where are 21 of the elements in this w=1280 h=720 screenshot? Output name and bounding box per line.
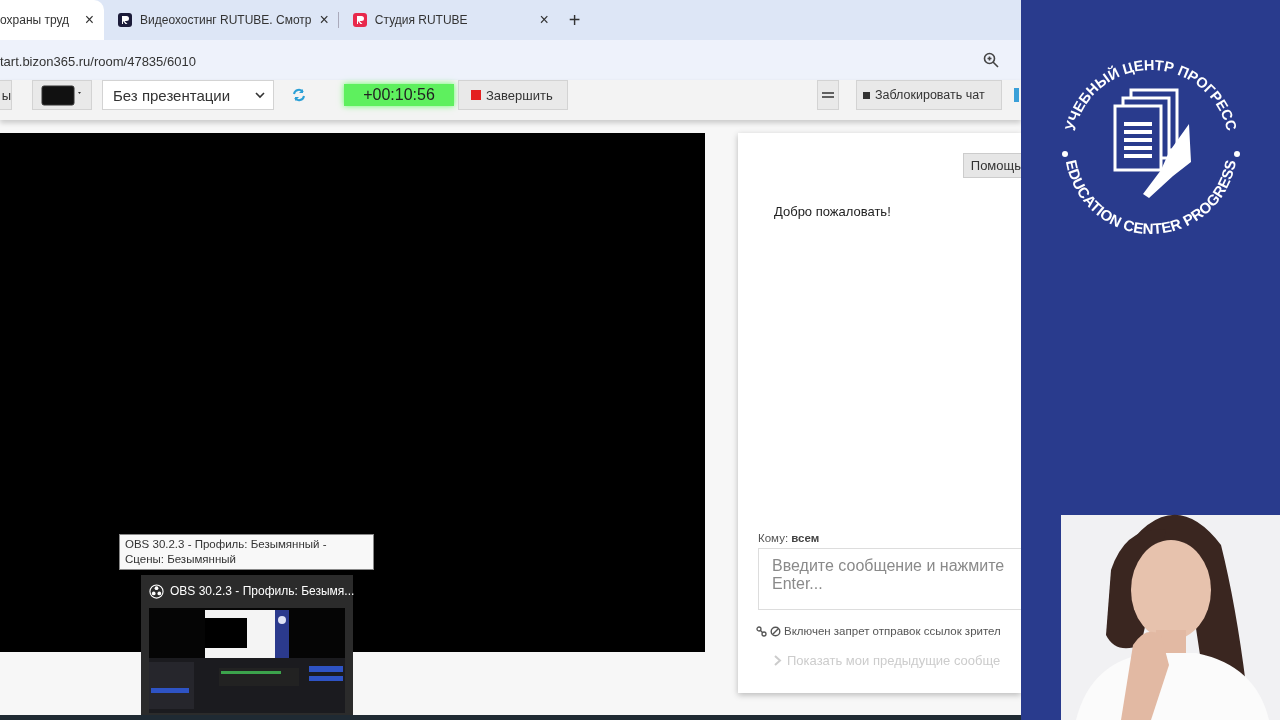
window-tooltip: OBS 30.2.3 - Профиль: Безымянный - Сцены: Безымянный <box>119 534 374 570</box>
new-tab-button[interactable]: + <box>558 8 591 32</box>
lock-chat-button[interactable]: Заблокировать чат <box>856 80 1002 110</box>
browser-tab[interactable]: Студия RUTUBE × <box>338 0 559 40</box>
close-tab-icon[interactable]: × <box>319 11 329 29</box>
links-notice: Включен запрет отправок ссылок зрител <box>784 625 1001 637</box>
help-button[interactable]: Помощь <box>962 153 1021 178</box>
finish-button[interactable]: Завершить <box>458 80 568 110</box>
message-input[interactable]: Введите сообщение и нажмите Enter... <box>758 548 1021 610</box>
close-tab-icon[interactable]: × <box>84 11 94 29</box>
preview-title: OBS 30.2.3 - Профиль: Безымя... <box>170 584 355 598</box>
presentation-select[interactable]: Без презентации <box>102 80 274 110</box>
session-timer: +00:10:56 <box>344 84 454 106</box>
toolbar-button[interactable]: ы <box>0 80 12 110</box>
address-bar[interactable]: tart.bizon365.ru/room/47835/6010 <box>0 51 196 69</box>
taskbar-preview[interactable]: OBS 30.2.3 - Профиль: Безымя... <box>141 575 353 715</box>
welcome-message: Добро пожаловать! <box>774 204 892 219</box>
browser-tab[interactable]: Видеохостинг RUTUBE. Смотр × <box>104 0 339 40</box>
recipient-label: Кому: всем <box>758 532 821 544</box>
browser-tab[interactable]: охраны труд × <box>0 0 104 40</box>
close-tab-icon[interactable]: × <box>539 11 549 29</box>
